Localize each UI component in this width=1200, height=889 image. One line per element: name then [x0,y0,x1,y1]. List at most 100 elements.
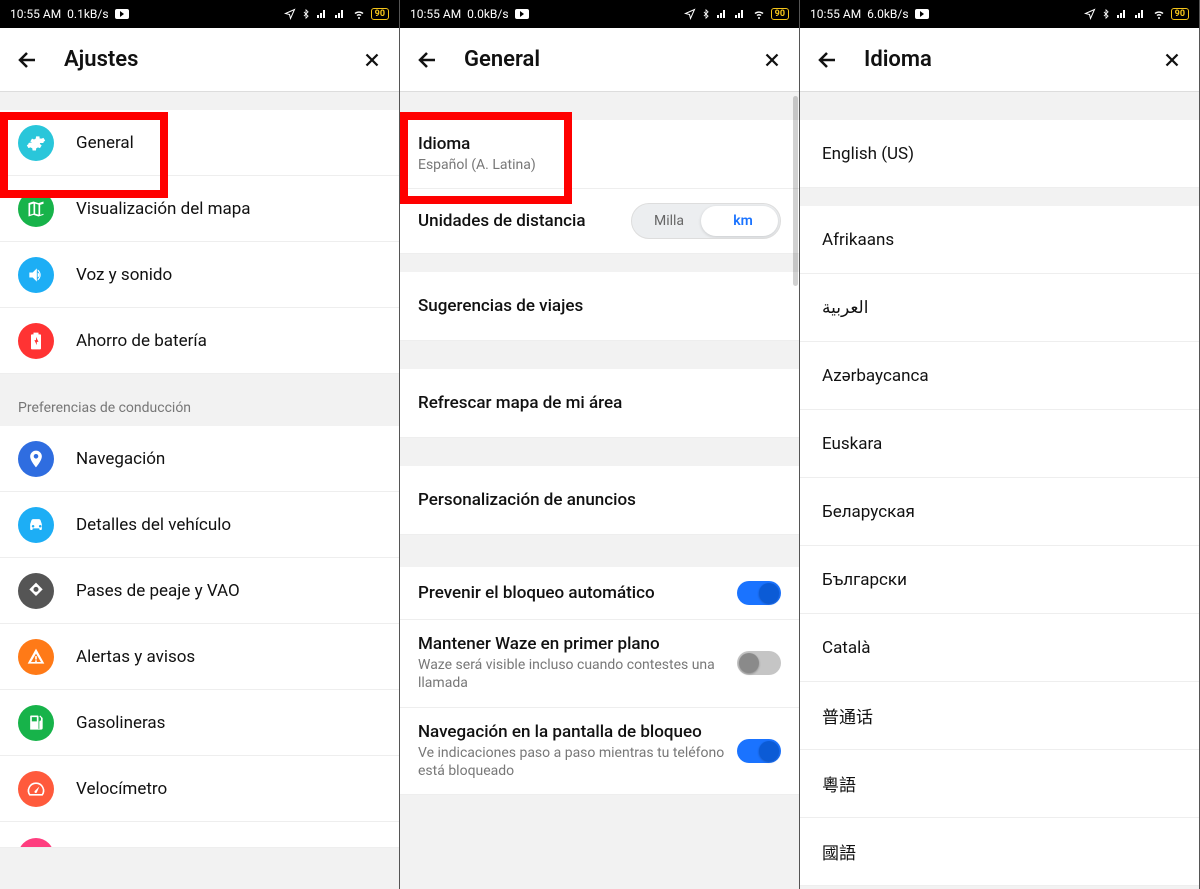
label: Prevenir el bloqueo automático [418,583,725,603]
row-label: Detalles del vehículo [76,515,231,535]
signal-icon [315,8,329,20]
map-icon [18,191,54,227]
setting-distance[interactable]: Unidades de distancia Milla km [400,189,799,254]
settings-row-vehicle[interactable]: Detalles del vehículo [0,492,399,558]
row-label: Gasolineras [76,713,165,733]
label: Refrescar mapa de mi área [418,393,781,413]
status-time: 10:55 AM [410,7,461,21]
settings-row-map[interactable]: Visualización del mapa [0,176,399,242]
location-icon [683,8,697,20]
switch-lock-nav[interactable] [737,739,781,763]
status-time: 10:55 AM [10,7,61,21]
page-title: General [464,47,761,72]
header: Idioma [800,28,1199,92]
back-icon[interactable] [16,48,40,72]
settings-row-toll[interactable]: Pases de peaje y VAO [0,558,399,624]
scrollbar-hint [793,96,798,286]
header: General [400,28,799,92]
language-option[interactable]: 普通话 [800,682,1199,750]
bluetooth-icon [1101,8,1111,20]
language-option[interactable]: Беларуская [800,478,1199,546]
settings-row-gas[interactable]: Gasolineras [0,690,399,756]
language-option[interactable]: Azərbaycanca [800,342,1199,410]
language-option[interactable]: العربية [800,274,1199,342]
setting-keep-foreground[interactable]: Mantener Waze en primer plano Waze será … [400,620,799,707]
row-label: Navegación [76,449,165,469]
page-title: Idioma [864,47,1161,72]
phone-general: 10:55 AM 0.0kB/s 90 General Idioma Españ… [400,0,800,889]
sublabel: Ve indicaciones paso a paso mientras tu … [418,744,725,780]
navigation-icon [18,441,54,477]
language-option[interactable]: Български [800,546,1199,614]
bluetooth-icon [701,8,711,20]
language-label: Idioma [418,134,781,154]
label: Mantener Waze en primer plano [418,634,725,654]
setting-lock-nav[interactable]: Navegación en la pantalla de bloqueo Ve … [400,708,799,795]
language-value: Español (A. Latina) [418,156,781,174]
settings-row-general[interactable]: General [0,110,399,176]
signal-icon [1115,8,1129,20]
settings-row-speedometer[interactable]: Velocímetro [0,756,399,822]
distance-opt-km[interactable]: km [706,213,780,229]
status-bar: 10:55 AM 0.1kB/s 90 [0,0,399,28]
row-label: Alertas y avisos [76,647,195,667]
sound-icon [18,257,54,293]
status-rate: 0.0kB/s [467,7,508,21]
row-label: Ahorro de batería [76,331,207,351]
setting-prevent-lock[interactable]: Prevenir el bloqueo automático [400,567,799,620]
distance-toggle[interactable]: Milla km [631,203,781,239]
row-label: Visualización del mapa [76,199,251,219]
row-label: Pases de peaje y VAO [76,581,240,601]
settings-row-partial[interactable] [0,822,399,848]
setting-ads[interactable]: Personalización de anuncios [400,466,799,535]
settings-row-alerts[interactable]: Alertas y avisos [0,624,399,690]
close-icon[interactable] [361,49,383,71]
settings-row-sound[interactable]: Voz y sonido [0,242,399,308]
close-icon[interactable] [761,49,783,71]
battery-save-icon [18,323,54,359]
phone-ajustes: 10:55 AM 0.1kB/s 90 Ajustes General [0,0,400,889]
status-rate: 0.1kB/s [67,7,108,21]
row-label: Voz y sonido [76,265,172,285]
page-title: Ajustes [64,47,361,72]
language-list: English (US) Afrikaans العربية Azərbayca… [800,92,1199,889]
wifi-icon [1151,8,1167,20]
location-icon [1083,8,1097,20]
signal-icon [715,8,729,20]
label: Personalización de anuncios [418,490,781,510]
settings-row-navigation[interactable]: Navegación [0,426,399,492]
language-option[interactable]: 國語 [800,818,1199,886]
battery-icon: 90 [771,8,789,20]
wifi-icon [351,8,367,20]
section-driving: Preferencias de conducción [0,374,399,426]
language-option[interactable]: Afrikaans [800,206,1199,274]
close-icon[interactable] [1161,49,1183,71]
phone-idioma: 10:55 AM 6.0kB/s 90 Idioma English (US) … [800,0,1200,889]
distance-opt-mile[interactable]: Milla [632,213,706,229]
status-time: 10:55 AM [810,7,861,21]
signal-icon-2 [733,8,747,20]
setting-trip-suggestions[interactable]: Sugerencias de viajes [400,272,799,341]
back-icon[interactable] [416,48,440,72]
label: Sugerencias de viajes [418,296,781,316]
toll-icon [18,573,54,609]
language-option[interactable]: Català [800,614,1199,682]
battery-icon: 90 [1171,8,1189,20]
setting-refresh-map[interactable]: Refrescar mapa de mi área [400,369,799,438]
bluetooth-icon [301,8,311,20]
language-option[interactable]: Euskara [800,410,1199,478]
speedometer-icon [18,771,54,807]
car-icon [18,507,54,543]
settings-row-battery[interactable]: Ahorro de batería [0,308,399,374]
switch-keep-foreground[interactable] [737,651,781,675]
status-rate: 6.0kB/s [867,7,908,21]
setting-language[interactable]: Idioma Español (A. Latina) [400,120,799,189]
back-icon[interactable] [816,48,840,72]
language-option[interactable]: 粵語 [800,750,1199,818]
wifi-icon [751,8,767,20]
language-option[interactable]: English (US) [800,120,1199,188]
battery-icon: 90 [371,8,389,20]
switch-prevent-lock[interactable] [737,581,781,605]
youtube-icon [115,9,129,19]
distance-label: Unidades de distancia [418,211,631,231]
